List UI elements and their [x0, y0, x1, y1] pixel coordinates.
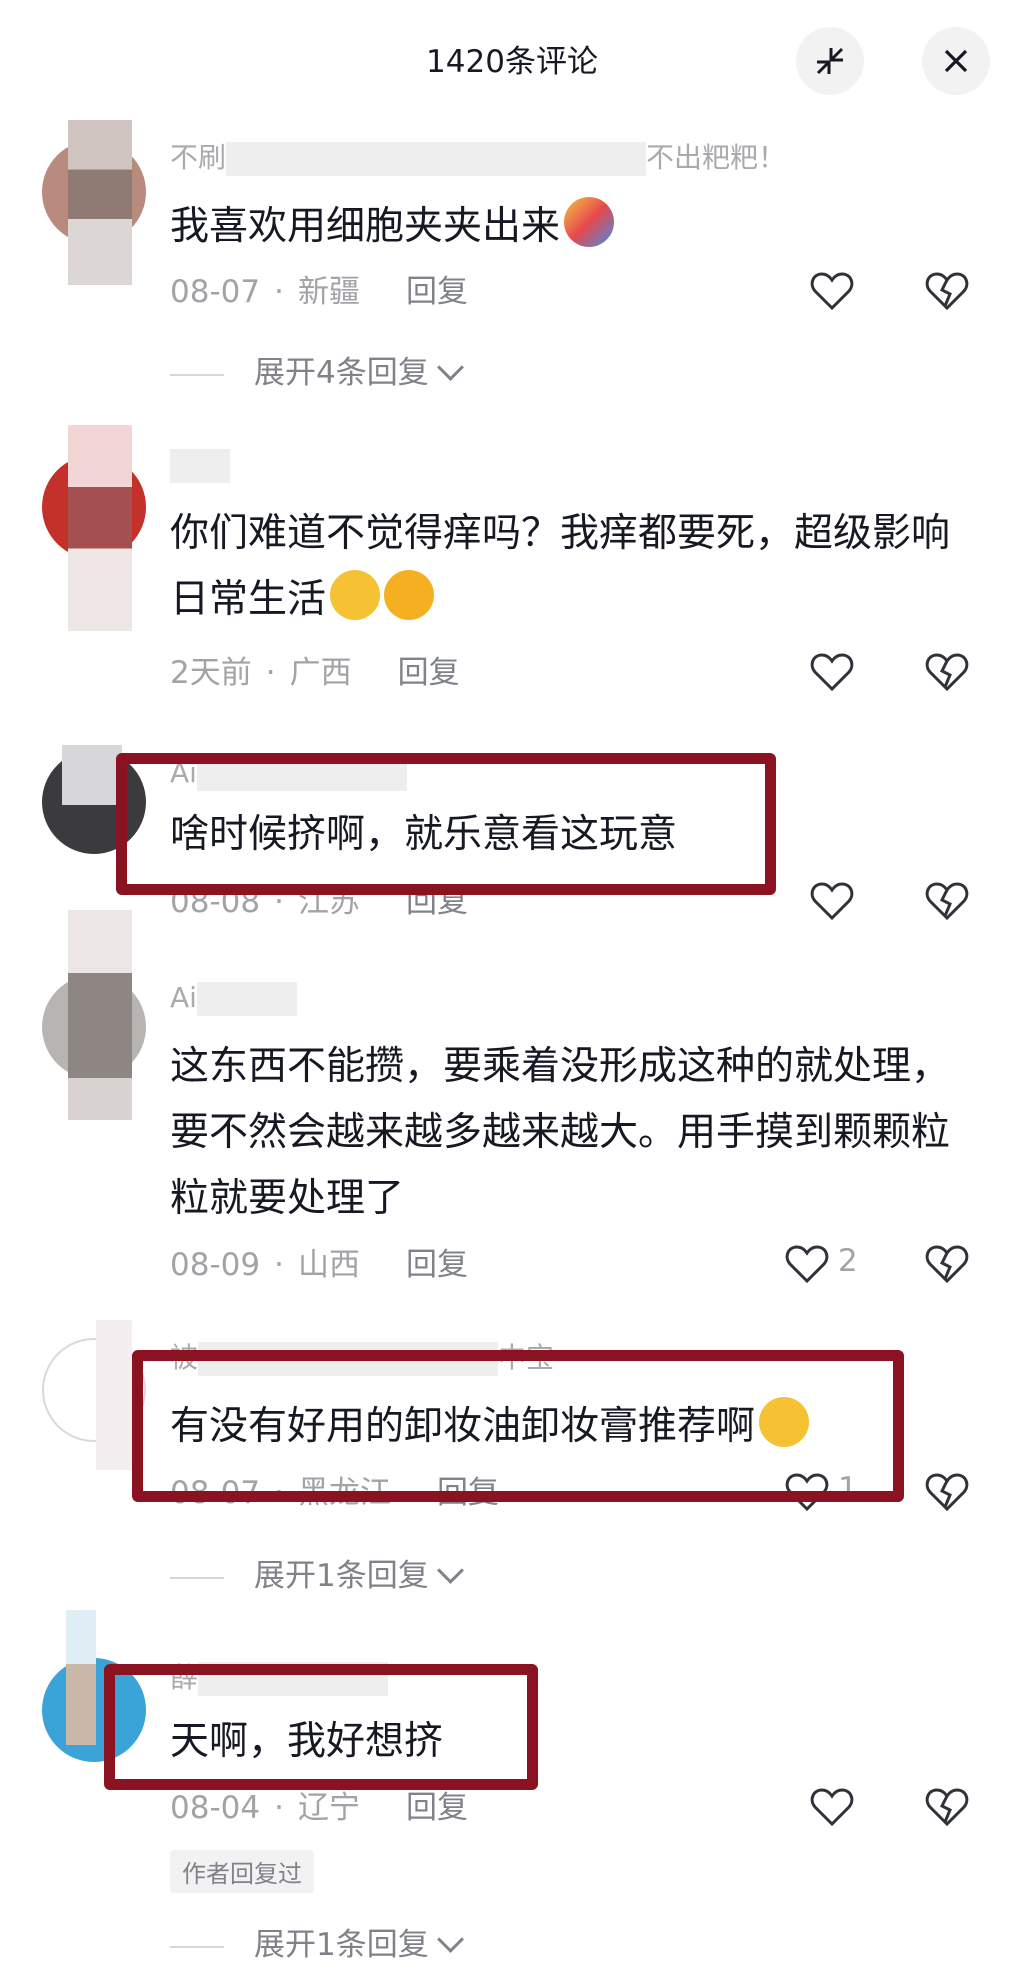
- avatar-mosaic: [66, 1610, 96, 1745]
- avatar-mosaic: [62, 745, 122, 805]
- comment-text: 我喜欢用细胞夹夹出来: [170, 194, 950, 260]
- comment-meta: 08-09 · 山西 回复: [170, 1247, 468, 1283]
- comment-meta: 2天前 · 广西 回复: [170, 655, 460, 691]
- avatar-mosaic: [68, 425, 132, 631]
- highlight-box: [104, 1664, 538, 1790]
- highlight-box: [132, 1350, 904, 1502]
- dislike-icon[interactable]: [924, 878, 970, 924]
- comment-meta: 08-07 · 新疆 回复: [170, 274, 468, 310]
- avatar-mosaic: [68, 120, 132, 285]
- dancing-emoji-icon: [564, 197, 615, 247]
- avatar-mosaic: [68, 910, 132, 1120]
- comment-meta: 08-04 · 辽宁 回复: [170, 1790, 468, 1826]
- collapse-button[interactable]: [796, 27, 864, 95]
- like-icon[interactable]: [809, 268, 855, 314]
- crying-emoji-icon: [384, 570, 435, 620]
- dislike-icon[interactable]: [924, 1469, 970, 1515]
- dislike-icon[interactable]: [924, 268, 970, 314]
- chevron-down-icon: [436, 1926, 464, 1953]
- expand-replies-button[interactable]: 展开1条回复: [170, 1925, 464, 1965]
- close-button[interactable]: [922, 27, 990, 95]
- expand-replies-button[interactable]: 展开1条回复: [170, 1556, 464, 1596]
- like-icon[interactable]: [809, 878, 855, 924]
- like-icon[interactable]: [809, 649, 855, 695]
- avatar-mosaic: [96, 1320, 132, 1470]
- dislike-icon[interactable]: [924, 649, 970, 695]
- dislike-icon[interactable]: [924, 1784, 970, 1830]
- like-icon[interactable]: [809, 1784, 855, 1830]
- comments-header: 1420条评论: [0, 0, 1024, 118]
- username[interactable]: Ai: [170, 980, 297, 1016]
- close-icon: [944, 49, 968, 73]
- comment-count-title: 1420条评论: [426, 44, 598, 80]
- like-icon[interactable]: [784, 1241, 830, 1287]
- dislike-icon[interactable]: [924, 1241, 970, 1287]
- author-replied-badge: 作者回复过: [170, 1850, 314, 1893]
- collapse-icon: [816, 47, 844, 75]
- reply-button[interactable]: 回复: [398, 655, 460, 691]
- reply-button[interactable]: 回复: [406, 1247, 468, 1283]
- reply-button[interactable]: 回复: [406, 274, 468, 310]
- chevron-down-icon: [436, 354, 464, 381]
- highlight-box: [116, 753, 776, 895]
- laugh-cry-emoji-icon: [330, 570, 381, 620]
- username[interactable]: [170, 447, 230, 483]
- like-count: 2: [838, 1243, 858, 1279]
- comment-text: 你们难道不觉得痒吗？我痒都要死，超级影响日常生活: [170, 511, 951, 622]
- username[interactable]: 不刷 不出粑粑！: [170, 140, 786, 176]
- comment-text: 这东西不能攒，要乘着没形成这种的就处理，要不然会越来越多越来越大。用手摸到颗颗粒…: [170, 1044, 951, 1221]
- chevron-down-icon: [436, 1557, 464, 1584]
- reply-button[interactable]: 回复: [406, 1790, 468, 1826]
- expand-replies-button[interactable]: 展开4条回复: [170, 353, 464, 393]
